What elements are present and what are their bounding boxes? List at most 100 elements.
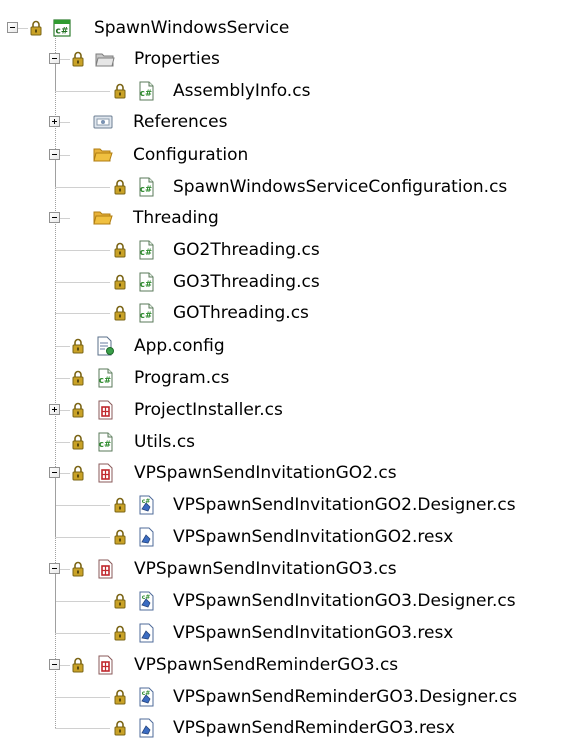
collapse-icon[interactable] xyxy=(49,659,60,670)
designer-file-icon: c# xyxy=(139,687,154,707)
svg-text:c#: c# xyxy=(140,280,152,290)
collapse-icon[interactable] xyxy=(49,467,60,478)
folder-open-icon xyxy=(93,148,113,162)
csharp-file-icon: c# xyxy=(139,272,154,292)
lock-icon xyxy=(72,657,84,673)
tree-item-projectinstaller[interactable]: ProjectInstaller.cs xyxy=(0,394,564,426)
properties-folder-icon xyxy=(95,53,115,67)
tree-item-label: GO3Threading.cs xyxy=(173,272,320,292)
tree-item-spawnwindowsservice[interactable]: c# SpawnWindowsService xyxy=(0,12,564,44)
svg-text:c#: c# xyxy=(142,690,151,697)
tree-item-vpspawnsendinvitationgo2-designer[interactable]: c# VPSpawnSendInvitationGO2.Designer.cs xyxy=(0,489,564,521)
csharp-file-icon: c# xyxy=(139,303,154,323)
tree-item-vpspawnsendremindergo3-designer[interactable]: c# VPSpawnSendReminderGO3.Designer.cs xyxy=(0,681,564,713)
tree-item-vpspawnsendinvitationgo3-designer[interactable]: c# VPSpawnSendInvitationGO3.Designer.cs xyxy=(0,585,564,617)
csharp-file-icon: c# xyxy=(98,368,113,388)
svg-text:c#: c# xyxy=(142,594,151,601)
lock-icon xyxy=(72,370,84,386)
folder-open-icon xyxy=(93,211,113,225)
lock-icon xyxy=(114,83,126,99)
tree-item-vpspawnsendinvitationgo2-resx[interactable]: VPSpawnSendInvitationGO2.resx xyxy=(0,521,564,553)
expand-icon[interactable] xyxy=(49,116,60,127)
designer-file-icon: c# xyxy=(139,591,154,611)
lock-icon xyxy=(114,274,126,290)
lock-icon xyxy=(114,593,126,609)
collapse-icon[interactable] xyxy=(7,22,18,33)
tree-item-label: VPSpawnSendReminderGO3.resx xyxy=(173,718,455,738)
tree-item-vpspawnsendremindergo3[interactable]: VPSpawnSendReminderGO3.cs xyxy=(0,649,564,681)
resx-file-icon xyxy=(139,527,154,547)
tree-item-label: Threading xyxy=(133,208,219,228)
tree-item-label: VPSpawnSendInvitationGO3.Designer.cs xyxy=(173,591,516,611)
component-file-icon xyxy=(98,400,113,420)
tree-item-label: Utils.cs xyxy=(134,432,196,452)
tree-item-properties[interactable]: Properties xyxy=(0,43,564,75)
svg-text:c#: c# xyxy=(99,440,111,450)
collapse-icon[interactable] xyxy=(49,149,60,160)
references-icon xyxy=(93,115,113,129)
svg-text:c#: c# xyxy=(56,27,69,37)
tree-item-threading[interactable]: Threading xyxy=(0,202,564,234)
component-file-icon xyxy=(98,655,113,675)
tree-item-label: SpawnWindowsService xyxy=(94,18,290,38)
tree-item-label: GOThreading.cs xyxy=(173,303,309,323)
csharp-project-icon: c# xyxy=(53,19,71,37)
tree-item-spawnwindowsserviceconfiguration[interactable]: c# SpawnWindowsServiceConfiguration.cs xyxy=(0,171,564,203)
tree-item-vpspawnsendremindergo3-resx[interactable]: VPSpawnSendReminderGO3.resx xyxy=(0,712,564,744)
component-file-icon xyxy=(98,463,113,483)
tree-item-go2threading[interactable]: c# GO2Threading.cs xyxy=(0,234,564,266)
csharp-file-icon: c# xyxy=(139,177,154,197)
tree-item-label: Configuration xyxy=(133,145,249,165)
lock-icon xyxy=(72,561,84,577)
tree-item-label: ProjectInstaller.cs xyxy=(134,400,283,420)
collapse-icon[interactable] xyxy=(49,53,60,64)
csharp-file-icon: c# xyxy=(139,240,154,260)
tree-item-label: VPSpawnSendInvitationGO3.cs xyxy=(134,559,397,579)
svg-text:c#: c# xyxy=(140,311,152,321)
collapse-icon[interactable] xyxy=(49,212,60,223)
tree-item-label: AssemblyInfo.cs xyxy=(173,81,311,101)
tree-item-label: VPSpawnSendInvitationGO2.resx xyxy=(173,527,454,547)
tree-item-label: VPSpawnSendReminderGO3.Designer.cs xyxy=(173,687,518,707)
csharp-file-icon: c# xyxy=(139,81,154,101)
svg-text:c#: c# xyxy=(142,498,151,505)
tree-item-assemblyinfo[interactable]: c# AssemblyInfo.cs xyxy=(0,75,564,107)
tree-item-vpspawnsendinvitationgo3[interactable]: VPSpawnSendInvitationGO3.cs xyxy=(0,553,564,585)
designer-file-icon: c# xyxy=(139,495,154,515)
tree-item-label: VPSpawnSendInvitationGO2.Designer.cs xyxy=(173,495,516,515)
lock-icon xyxy=(114,625,126,641)
svg-text:c#: c# xyxy=(140,185,152,195)
svg-text:c#: c# xyxy=(99,376,111,386)
lock-icon xyxy=(114,497,126,513)
lock-icon xyxy=(114,305,126,321)
component-file-icon xyxy=(98,559,113,579)
lock-icon xyxy=(72,402,84,418)
tree-item-label: Properties xyxy=(134,49,220,69)
tree-item-app-config[interactable]: App.config xyxy=(0,330,564,362)
svg-text:c#: c# xyxy=(140,248,152,258)
tree-item-label: SpawnWindowsServiceConfiguration.cs xyxy=(173,177,508,197)
tree-item-vpspawnsendinvitationgo3-resx[interactable]: VPSpawnSendInvitationGO3.resx xyxy=(0,617,564,649)
tree-item-gothreading[interactable]: c# GOThreading.cs xyxy=(0,297,564,329)
config-file-icon xyxy=(97,336,114,356)
tree-item-go3threading[interactable]: c# GO3Threading.cs xyxy=(0,266,564,298)
tree-item-label: VPSpawnSendInvitationGO3.resx xyxy=(173,623,454,643)
tree-item-references[interactable]: References xyxy=(0,106,564,138)
tree-item-utils[interactable]: c# Utils.cs xyxy=(0,426,564,458)
lock-icon xyxy=(114,720,126,736)
lock-icon xyxy=(72,338,84,354)
resx-file-icon xyxy=(139,718,154,738)
tree-item-label: VPSpawnSendInvitationGO2.cs xyxy=(134,463,397,483)
tree-item-label: GO2Threading.cs xyxy=(173,240,320,260)
tree-item-configuration[interactable]: Configuration xyxy=(0,139,564,171)
lock-icon xyxy=(72,465,84,481)
lock-icon xyxy=(72,51,84,67)
tree-item-program[interactable]: c# Program.cs xyxy=(0,362,564,394)
expand-icon[interactable] xyxy=(49,404,60,415)
svg-text:c#: c# xyxy=(140,89,152,99)
collapse-icon[interactable] xyxy=(49,563,60,574)
tree-item-vpspawnsendinvitationgo2[interactable]: VPSpawnSendInvitationGO2.cs xyxy=(0,457,564,489)
tree-item-label: App.config xyxy=(134,336,225,356)
lock-icon xyxy=(114,242,126,258)
tree-item-label: Program.cs xyxy=(134,368,230,388)
